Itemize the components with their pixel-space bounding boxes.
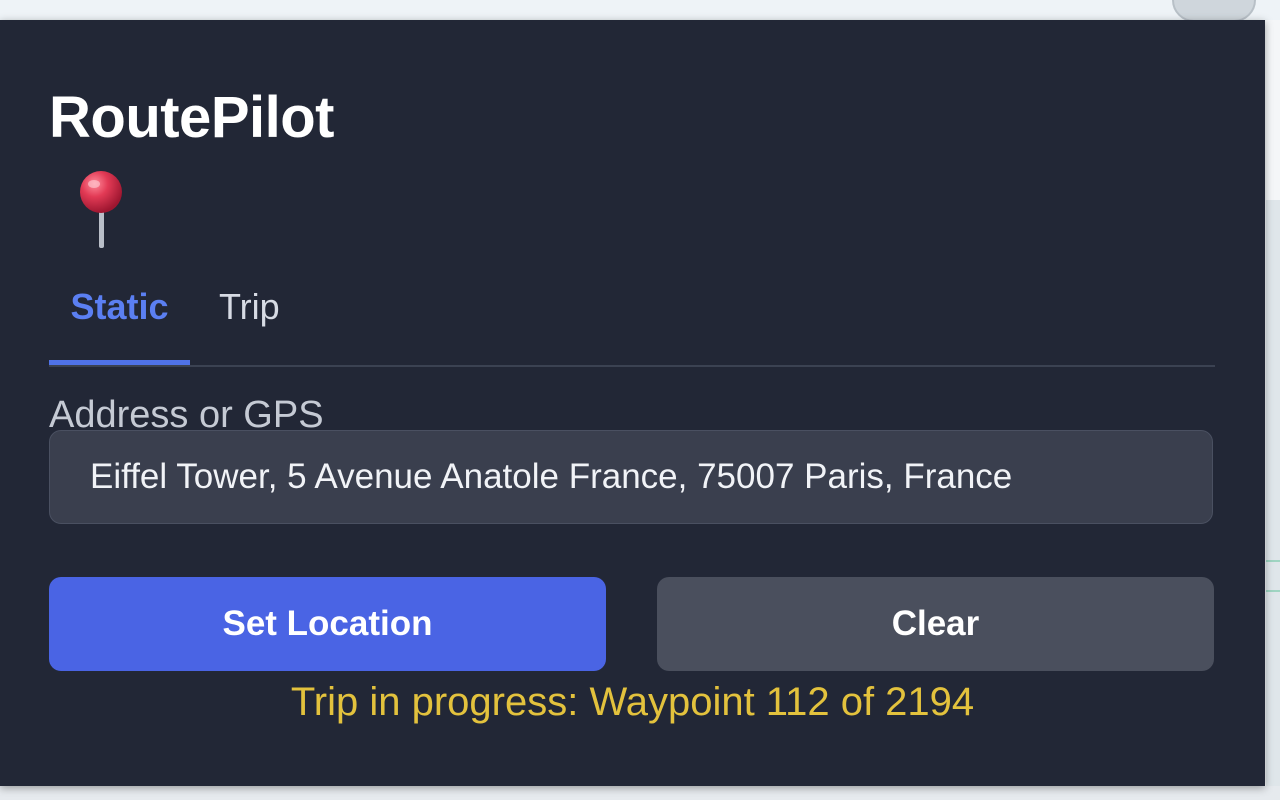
map-pin-icon [78, 170, 126, 250]
map-road [1266, 560, 1280, 592]
routepilot-popup: RoutePilot Static Trip Address or GPS Se… [0, 20, 1265, 786]
set-location-button[interactable]: Set Location [49, 577, 606, 671]
tab-trip[interactable]: Trip [219, 270, 280, 363]
address-input[interactable] [49, 430, 1213, 524]
map-avatar [1172, 0, 1256, 22]
mode-tabs: Static Trip [49, 270, 1215, 367]
tab-static[interactable]: Static [49, 270, 190, 365]
trip-status-text: Trip in progress: Waypoint 112 of 2194 [290, 680, 975, 724]
map-road [0, 786, 1280, 800]
app-title: RoutePilot [49, 85, 334, 150]
map-road [1266, 200, 1280, 800]
clear-button[interactable]: Clear [657, 577, 1214, 671]
